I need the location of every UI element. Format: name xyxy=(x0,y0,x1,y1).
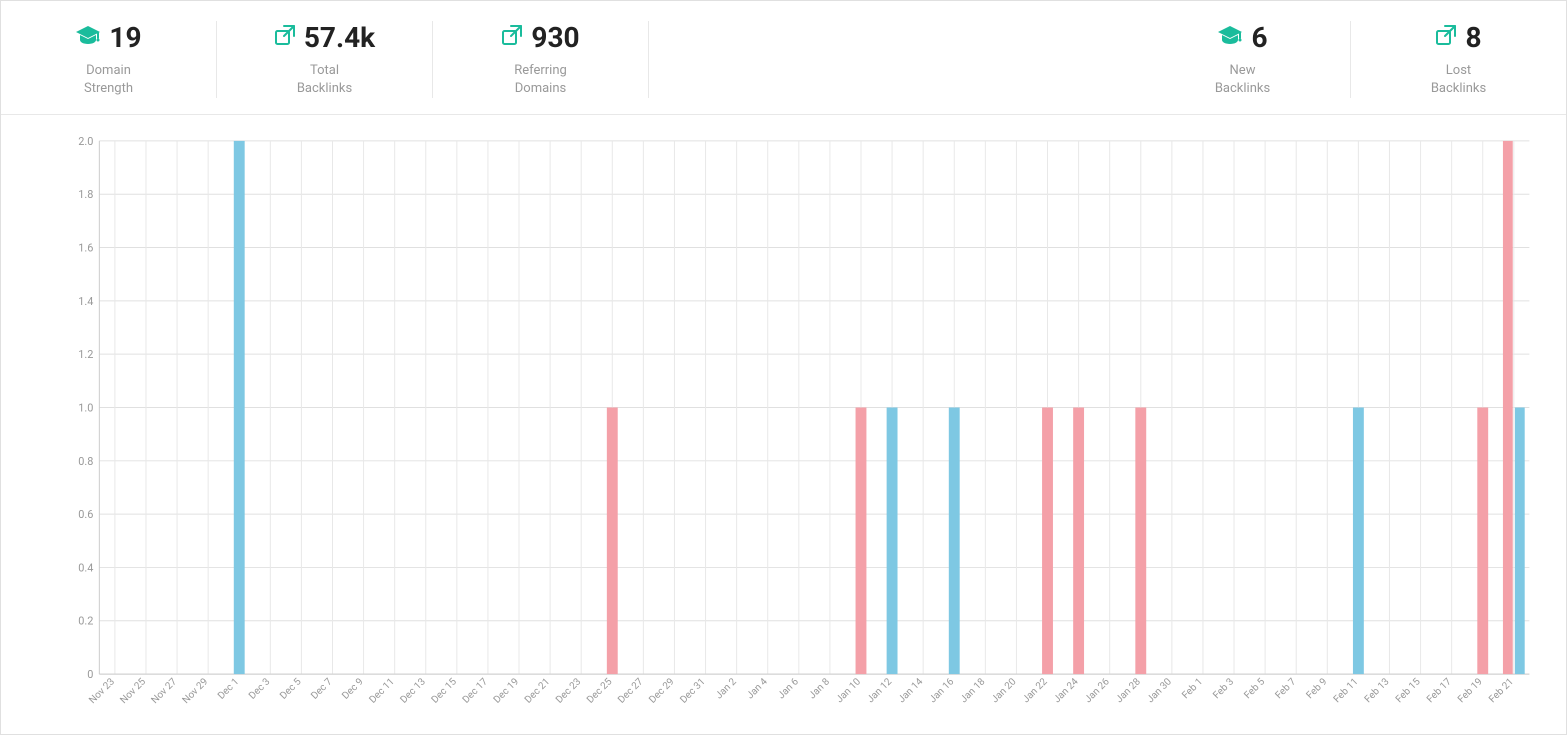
svg-text:Jan 30: Jan 30 xyxy=(1145,677,1174,706)
svg-text:Feb 1: Feb 1 xyxy=(1180,677,1205,702)
svg-text:0.8: 0.8 xyxy=(78,455,93,468)
svg-text:Feb 15: Feb 15 xyxy=(1394,676,1423,705)
graduation-cap-icon-2 xyxy=(1217,24,1243,52)
external-link-icon-3 xyxy=(1435,24,1457,52)
svg-text:1.0: 1.0 xyxy=(78,402,93,415)
new-backlinks-value: 6 xyxy=(1251,21,1267,54)
stat-new-backlinks: 6 NewBacklinks xyxy=(1135,21,1351,98)
chart-area: 00.20.40.60.81.01.21.41.61.82.0Nov 23Nov… xyxy=(1,115,1566,734)
svg-text:1.4: 1.4 xyxy=(78,295,93,308)
total-backlinks-value: 57.4k xyxy=(304,21,375,54)
new-backlinks-label: NewBacklinks xyxy=(1215,62,1270,98)
svg-text:Jan 24: Jan 24 xyxy=(1052,676,1081,705)
svg-text:Jan 8: Jan 8 xyxy=(807,676,832,701)
svg-text:Feb 19: Feb 19 xyxy=(1456,677,1485,706)
graduation-cap-icon xyxy=(75,24,101,52)
referring-domains-value: 930 xyxy=(531,21,579,54)
svg-text:Feb 9: Feb 9 xyxy=(1305,677,1330,702)
main-container: 19 DomainStrength 57.4k TotalBacklinks xyxy=(0,0,1567,735)
svg-text:Jan 14: Jan 14 xyxy=(896,676,925,705)
svg-text:Dec 23: Dec 23 xyxy=(554,677,583,706)
svg-text:Jan 2: Jan 2 xyxy=(714,676,739,701)
svg-text:0.4: 0.4 xyxy=(78,562,93,575)
external-link-icon-1 xyxy=(274,24,296,52)
lost-backlinks-label: LostBacklinks xyxy=(1431,62,1486,98)
svg-text:0.6: 0.6 xyxy=(78,508,93,521)
svg-text:Nov 27: Nov 27 xyxy=(149,676,179,706)
svg-text:Jan 20: Jan 20 xyxy=(990,677,1019,706)
svg-text:Nov 29: Nov 29 xyxy=(181,677,211,707)
svg-text:Feb 11: Feb 11 xyxy=(1332,677,1361,706)
svg-text:Dec 3: Dec 3 xyxy=(247,677,272,702)
svg-text:1.8: 1.8 xyxy=(78,189,93,202)
domain-strength-label: DomainStrength xyxy=(84,62,133,98)
svg-text:Feb 13: Feb 13 xyxy=(1363,677,1392,706)
svg-text:Jan 22: Jan 22 xyxy=(1021,676,1050,705)
svg-text:Feb 7: Feb 7 xyxy=(1273,676,1298,701)
svg-text:Jan 16: Jan 16 xyxy=(927,676,956,705)
stat-total-backlinks: 57.4k TotalBacklinks xyxy=(217,21,433,98)
total-backlinks-label: TotalBacklinks xyxy=(297,62,352,98)
svg-text:0.2: 0.2 xyxy=(78,615,93,628)
stats-row: 19 DomainStrength 57.4k TotalBacklinks xyxy=(1,1,1566,115)
stat-lost-backlinks: 8 LostBacklinks xyxy=(1351,21,1566,98)
svg-text:Dec 17: Dec 17 xyxy=(461,676,491,706)
svg-text:Feb 3: Feb 3 xyxy=(1211,677,1236,702)
svg-text:Dec 11: Dec 11 xyxy=(367,677,396,706)
svg-text:Jan 10: Jan 10 xyxy=(834,677,863,706)
svg-text:Jan 12: Jan 12 xyxy=(865,676,894,705)
svg-text:Dec 21: Dec 21 xyxy=(523,677,552,706)
svg-text:Dec 7: Dec 7 xyxy=(309,676,335,702)
svg-text:Feb 17: Feb 17 xyxy=(1425,676,1454,705)
svg-text:Dec 27: Dec 27 xyxy=(616,676,646,706)
svg-text:Nov 25: Nov 25 xyxy=(118,676,148,706)
lost-backlinks-value: 8 xyxy=(1465,21,1481,54)
svg-text:Dec 15: Dec 15 xyxy=(430,676,460,706)
svg-text:0: 0 xyxy=(87,668,93,681)
svg-text:Jan 18: Jan 18 xyxy=(959,676,988,705)
svg-text:Feb 21: Feb 21 xyxy=(1487,677,1516,706)
svg-text:2.0: 2.0 xyxy=(78,135,93,148)
svg-text:Jan 4: Jan 4 xyxy=(745,676,770,701)
svg-text:1.2: 1.2 xyxy=(78,349,93,362)
svg-text:Dec 19: Dec 19 xyxy=(492,677,521,706)
svg-text:1.6: 1.6 xyxy=(78,242,93,255)
bar-chart: 00.20.40.60.81.01.21.41.61.82.0Nov 23Nov… xyxy=(51,131,1546,724)
stat-domain-strength: 19 DomainStrength xyxy=(1,21,217,98)
referring-domains-label: ReferringDomains xyxy=(514,62,567,98)
svg-text:Feb 5: Feb 5 xyxy=(1242,676,1267,701)
svg-text:Dec 9: Dec 9 xyxy=(340,677,365,702)
chart-inner: 00.20.40.60.81.01.21.41.61.82.0Nov 23Nov… xyxy=(51,131,1546,724)
svg-text:Dec 1: Dec 1 xyxy=(216,677,241,702)
stat-referring-domains: 930 ReferringDomains xyxy=(433,21,649,98)
svg-text:Dec 31: Dec 31 xyxy=(678,677,707,706)
svg-text:Dec 5: Dec 5 xyxy=(278,676,304,702)
svg-text:Jan 6: Jan 6 xyxy=(776,676,801,701)
svg-text:Dec 13: Dec 13 xyxy=(399,677,428,706)
svg-text:Jan 26: Jan 26 xyxy=(1083,676,1112,705)
svg-text:Dec 25: Dec 25 xyxy=(585,676,615,706)
external-link-icon-2 xyxy=(501,24,523,52)
svg-text:Dec 29: Dec 29 xyxy=(647,677,676,706)
domain-strength-value: 19 xyxy=(109,21,141,54)
svg-text:Jan 28: Jan 28 xyxy=(1114,676,1143,705)
